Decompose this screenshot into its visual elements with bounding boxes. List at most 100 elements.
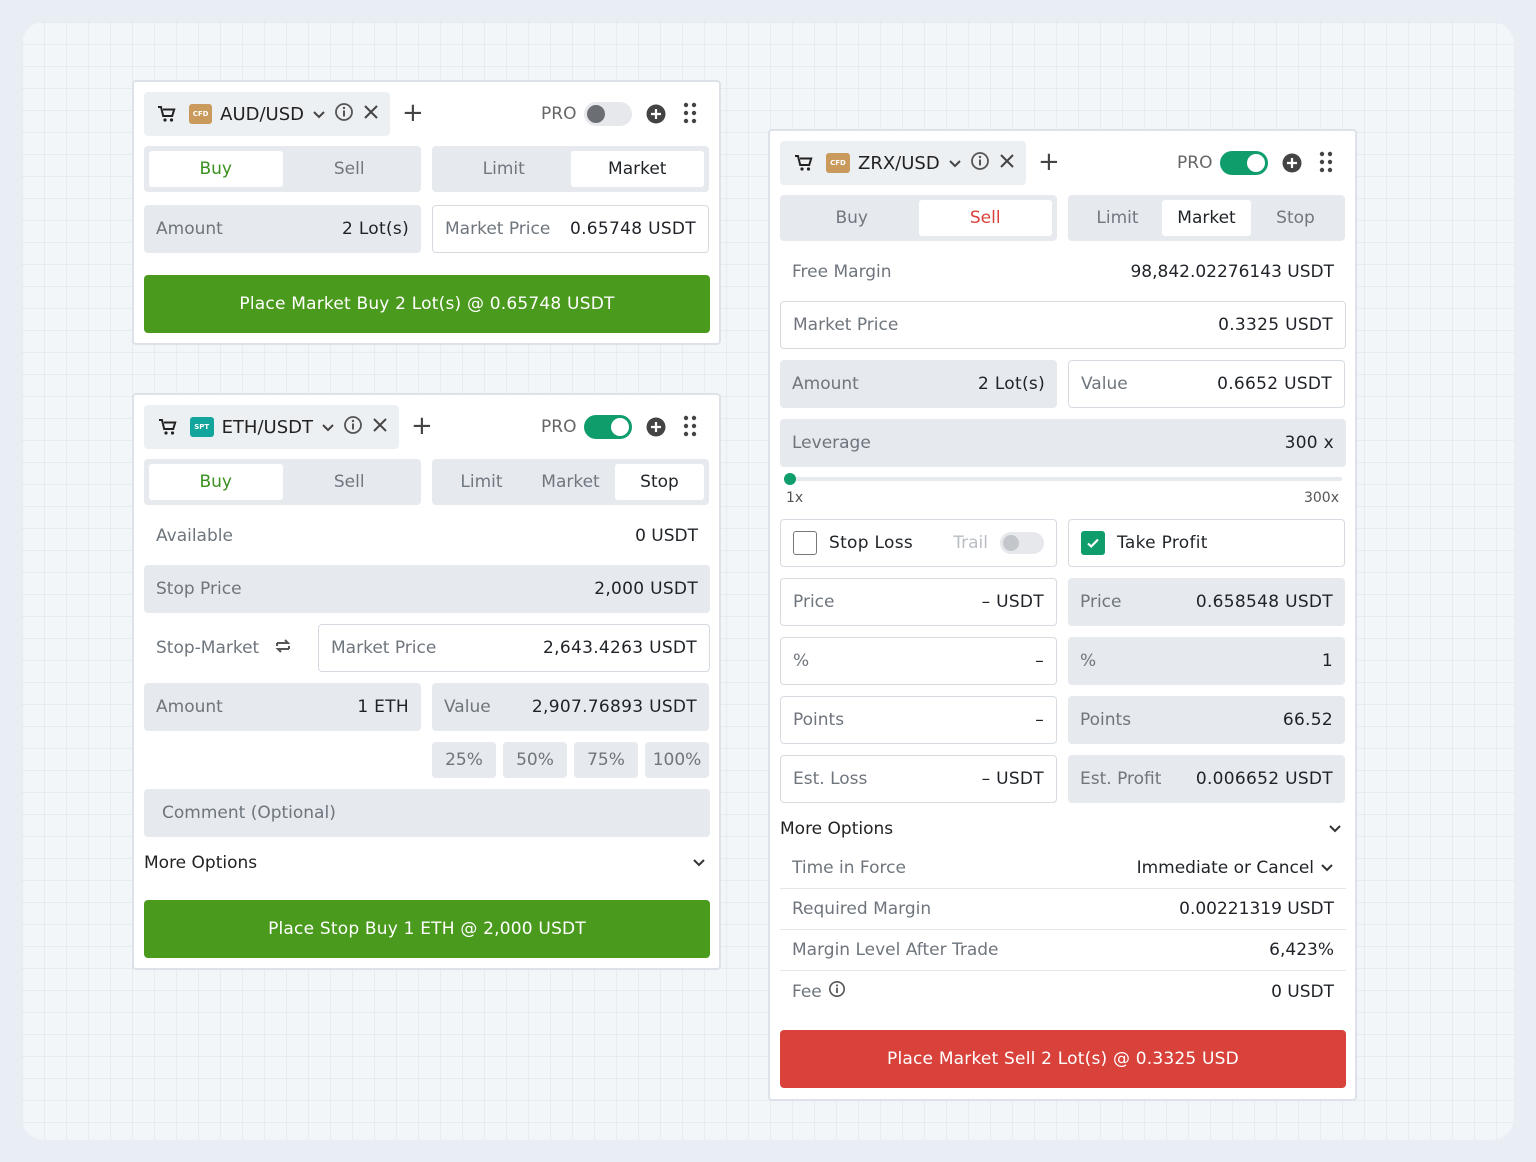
margin-level-label: Margin Level After Trade: [792, 940, 999, 960]
chevron-down-icon[interactable]: [321, 418, 335, 437]
tab-market[interactable]: Market: [1162, 200, 1251, 236]
info-icon[interactable]: [334, 102, 354, 126]
tp-percent-field[interactable]: % 1: [1068, 637, 1345, 685]
trail-toggle[interactable]: [1000, 532, 1044, 554]
value-field[interactable]: Value 2,907.76893 USDT: [432, 683, 709, 731]
more-options-toggle[interactable]: More Options: [780, 816, 1346, 842]
add-circle-icon[interactable]: [1281, 152, 1303, 178]
drag-handle-icon[interactable]: [1319, 151, 1333, 177]
amount-field[interactable]: Amount 2 Lot(s): [780, 360, 1057, 408]
pro-label: PRO: [541, 417, 577, 437]
order-panel-zrx-usd: CFD ZRX/USD + PRO Buy Sell Limit Market …: [768, 129, 1357, 1101]
chevron-down-icon[interactable]: [948, 154, 962, 173]
take-profit-checkbox[interactable]: [1081, 531, 1105, 555]
tab-buy[interactable]: Buy: [149, 151, 283, 187]
more-options-toggle[interactable]: More Options: [144, 850, 710, 876]
slider-handle[interactable]: [784, 473, 796, 485]
spot-badge: SPT: [189, 417, 214, 437]
order-type-tabs: Limit Market Stop: [432, 459, 709, 505]
fee-value: 0 USDT: [1271, 981, 1334, 1002]
place-order-button[interactable]: Place Market Sell 2 Lot(s) @ 0.3325 USD: [780, 1030, 1346, 1088]
percent-buttons: 25% 50% 75% 100%: [432, 742, 710, 778]
drag-handle-icon[interactable]: [683, 102, 697, 128]
tp-price-value: 0.658548 USDT: [1195, 592, 1333, 612]
close-icon[interactable]: [998, 152, 1016, 174]
tab-buy[interactable]: Buy: [785, 200, 919, 236]
cfd-badge: CFD: [188, 104, 213, 124]
stop-type-switch[interactable]: Stop-Market: [144, 624, 314, 672]
tab-market[interactable]: Market: [526, 464, 615, 500]
amount-field[interactable]: Amount 1 ETH: [144, 683, 421, 731]
market-price-value: 0.65748 USDT: [569, 219, 696, 239]
side-tabs: Buy Sell: [144, 459, 421, 505]
instrument-selector[interactable]: ETH/USDT: [222, 417, 313, 438]
add-tab-icon[interactable]: +: [1038, 149, 1060, 175]
take-profit-header[interactable]: Take Profit: [1068, 519, 1345, 567]
amount-value: 1 ETH: [357, 697, 409, 717]
info-icon[interactable]: [970, 151, 990, 175]
place-order-button[interactable]: Place Market Buy 2 Lot(s) @ 0.65748 USDT: [144, 275, 710, 333]
close-icon[interactable]: [371, 416, 389, 438]
amount-label: Amount: [156, 697, 223, 717]
stop-loss-checkbox[interactable]: [793, 531, 817, 555]
amount-value: 2 Lot(s): [342, 219, 409, 239]
fee-row: Fee 0 USDT: [780, 971, 1346, 1012]
chevron-down-icon[interactable]: [312, 105, 326, 124]
pro-mode-toggle-group: PRO: [541, 415, 633, 439]
pro-toggle[interactable]: [584, 102, 633, 126]
tab-stop[interactable]: Stop: [1251, 200, 1340, 236]
add-tab-icon[interactable]: +: [411, 413, 433, 439]
tp-percent-value: 1: [1321, 651, 1333, 671]
place-order-button[interactable]: Place Stop Buy 1 ETH @ 2,000 USDT: [144, 900, 710, 958]
tp-points-field[interactable]: Points 66.52: [1068, 696, 1345, 744]
value-field[interactable]: Value 0.6652 USDT: [1068, 360, 1345, 408]
instrument-selector[interactable]: ZRX/USD: [858, 153, 940, 174]
stop-type-label: Stop-Market: [156, 638, 260, 658]
stop-price-field[interactable]: Stop Price 2,000 USDT: [144, 565, 710, 613]
tab-stop[interactable]: Stop: [615, 464, 704, 500]
leverage-field[interactable]: Leverage 300 x: [780, 419, 1346, 467]
percent-75-button[interactable]: 75%: [574, 742, 638, 778]
percent-50-button[interactable]: 50%: [503, 742, 567, 778]
pro-label: PRO: [1177, 153, 1213, 173]
amount-label: Amount: [156, 219, 223, 239]
est-loss-field: Est. Loss – USDT: [780, 755, 1057, 803]
tab-market[interactable]: Market: [570, 151, 704, 187]
tab-limit[interactable]: Limit: [437, 151, 571, 187]
drag-handle-icon[interactable]: [683, 415, 697, 441]
time-in-force-row[interactable]: Time in Force Immediate or Cancel: [780, 848, 1346, 889]
time-in-force-select[interactable]: Immediate or Cancel: [1137, 858, 1334, 878]
chevron-down-icon: [1320, 858, 1334, 878]
pro-toggle[interactable]: [584, 415, 633, 439]
leverage-slider[interactable]: [784, 473, 1342, 485]
tab-sell[interactable]: Sell: [918, 200, 1052, 236]
tab-buy[interactable]: Buy: [149, 464, 283, 500]
slider-track: [784, 477, 1342, 481]
add-tab-icon[interactable]: +: [402, 100, 424, 126]
add-circle-icon[interactable]: [645, 103, 667, 129]
tab-limit[interactable]: Limit: [1073, 200, 1162, 236]
pro-toggle[interactable]: [1220, 151, 1269, 175]
value-label: Value: [1081, 374, 1128, 394]
stop-loss-header[interactable]: Stop Loss Trail: [780, 519, 1057, 567]
sl-percent-field[interactable]: % –: [780, 637, 1057, 685]
info-icon[interactable]: [343, 415, 363, 439]
close-icon[interactable]: [362, 103, 380, 125]
more-options-label: More Options: [780, 819, 894, 839]
add-circle-icon[interactable]: [645, 416, 667, 442]
tab-limit[interactable]: Limit: [437, 464, 526, 500]
sl-price-field[interactable]: Price – USDT: [780, 578, 1057, 626]
amount-field[interactable]: Amount 2 Lot(s): [144, 205, 421, 253]
comment-input[interactable]: Comment (Optional): [144, 789, 710, 837]
sl-points-field[interactable]: Points –: [780, 696, 1057, 744]
swap-icon[interactable]: [273, 636, 293, 661]
tab-sell[interactable]: Sell: [283, 464, 417, 500]
percent-25-button[interactable]: 25%: [432, 742, 496, 778]
tp-price-field[interactable]: Price 0.658548 USDT: [1068, 578, 1345, 626]
market-price-field: Market Price 0.3325 USDT: [780, 301, 1346, 349]
info-icon[interactable]: [828, 980, 846, 1003]
instrument-selector[interactable]: AUD/USD: [220, 104, 304, 125]
tab-sell[interactable]: Sell: [283, 151, 417, 187]
percent-100-button[interactable]: 100%: [645, 742, 709, 778]
required-margin-row: Required Margin 0.00221319 USDT: [780, 889, 1346, 930]
